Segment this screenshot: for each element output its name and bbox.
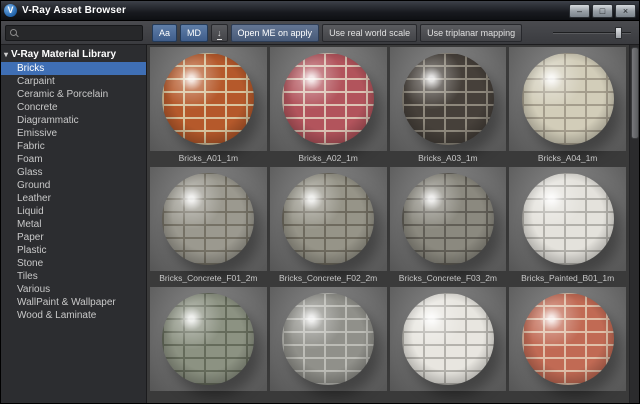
window-title: V-Ray Asset Browser	[22, 5, 127, 16]
material-label: Bricks_Concrete_F02_2m	[278, 273, 378, 283]
material-tile[interactable]: Bricks_A04_1m	[509, 47, 626, 165]
material-preview	[269, 47, 387, 151]
sidebar-item-tiles[interactable]: Tiles	[1, 270, 146, 283]
download-button[interactable]: ↓	[211, 23, 228, 42]
material-tile[interactable]	[269, 287, 387, 403]
sidebar-item-plastic[interactable]: Plastic	[1, 244, 146, 257]
sidebar-item-paper[interactable]: Paper	[1, 231, 146, 244]
material-label: Bricks_A04_1m	[537, 153, 598, 163]
material-tile[interactable]: Bricks_Concrete_F01_2m	[150, 167, 267, 285]
material-label: Bricks_Concrete_F01_2m	[159, 273, 258, 283]
material-tile[interactable]	[389, 287, 507, 403]
material-preview	[389, 47, 507, 151]
material-label: Bricks_A03_1m	[418, 153, 478, 163]
title-bar: V V-Ray Asset Browser – □ ×	[1, 1, 639, 21]
sidebar-item-wood-laminate[interactable]: Wood & Laminate	[1, 309, 146, 322]
material-grid: Bricks_A01_1m Bricks_A02_1m Bricks_A03_1…	[147, 45, 639, 403]
sidebar-item-concrete[interactable]: Concrete	[1, 101, 146, 114]
sidebar-item-fabric[interactable]: Fabric	[1, 140, 146, 153]
material-sphere-bricks-a04	[521, 53, 614, 145]
material-preview	[389, 167, 507, 271]
vray-logo-icon: V	[4, 4, 17, 17]
material-label: Bricks_Painted_B01_1m	[521, 273, 615, 283]
material-tile[interactable]: Bricks_A03_1m	[389, 47, 507, 165]
material-label: Bricks_Concrete_F03_2m	[398, 273, 497, 283]
window-controls: – □ ×	[569, 3, 636, 18]
sidebar-item-metal[interactable]: Metal	[1, 218, 146, 231]
tree-root-label: V-Ray Material Library	[11, 49, 117, 60]
slider-handle[interactable]	[615, 26, 623, 39]
maximize-button[interactable]: □	[592, 3, 613, 18]
sidebar-item-bricks[interactable]: Bricks	[1, 62, 146, 75]
sidebar-item-emissive[interactable]: Emissive	[1, 127, 146, 140]
material-sphere-row3-2	[282, 293, 375, 385]
md-toggle[interactable]: MD	[180, 23, 209, 42]
search-box[interactable]	[5, 24, 143, 41]
sidebar-item-wallpaint-wallpaper[interactable]: WallPaint & Wallpaper	[1, 296, 146, 309]
material-sphere-bricks-concrete-f01	[162, 173, 255, 265]
use-triplanar-mapping-toggle[interactable]: Use triplanar mapping	[420, 23, 523, 42]
sidebar-item-liquid[interactable]: Liquid	[1, 205, 146, 218]
material-sphere-bricks-a02	[282, 53, 375, 145]
preview-size-slider[interactable]	[553, 26, 631, 40]
material-label: Bricks_A02_1m	[298, 153, 358, 163]
scrollbar-thumb[interactable]	[631, 47, 639, 139]
material-tile[interactable]: Bricks_A02_1m	[269, 47, 387, 165]
material-preview	[150, 167, 267, 271]
tree-root[interactable]: ▾ V-Ray Material Library	[1, 47, 146, 62]
sidebar-item-foam[interactable]: Foam	[1, 153, 146, 166]
search-icon	[10, 29, 17, 36]
material-tile[interactable]	[150, 287, 267, 403]
material-tile[interactable]: Bricks_Concrete_F02_2m	[269, 167, 387, 285]
category-sidebar: ▾ V-Ray Material Library Bricks Carpaint…	[1, 45, 147, 403]
material-sphere-bricks-concrete-f02	[282, 173, 375, 265]
sidebar-item-glass[interactable]: Glass	[1, 166, 146, 179]
material-label	[390, 391, 507, 403]
toolbar: Aa MD ↓ Open ME on apply Use real world …	[1, 21, 639, 45]
close-button[interactable]: ×	[615, 3, 636, 18]
material-label: Bricks_A01_1m	[178, 153, 239, 163]
material-tile[interactable]	[509, 287, 626, 403]
material-sphere-bricks-a01	[162, 53, 255, 145]
sidebar-item-carpaint[interactable]: Carpaint	[1, 75, 146, 88]
material-sphere-row3-3	[401, 293, 494, 385]
material-label	[270, 391, 387, 403]
tree-expand-icon[interactable]: ▾	[4, 50, 8, 59]
material-sphere-bricks-a03	[401, 53, 494, 145]
search-input[interactable]	[21, 27, 138, 38]
match-case-toggle[interactable]: Aa	[152, 23, 178, 42]
open-me-on-apply-toggle[interactable]: Open ME on apply	[230, 23, 320, 42]
sidebar-item-diagrammatic[interactable]: Diagrammatic	[1, 114, 146, 127]
minimize-button[interactable]: –	[569, 3, 590, 18]
download-icon: ↓	[217, 27, 222, 40]
material-sphere-bricks-painted-b01	[521, 173, 614, 265]
material-preview	[509, 47, 626, 151]
material-sphere-row3-1	[162, 293, 255, 385]
material-preview	[150, 287, 267, 391]
material-preview	[509, 167, 626, 271]
material-grid-panel: Bricks_A01_1m Bricks_A02_1m Bricks_A03_1…	[147, 45, 639, 403]
vray-asset-browser-window: V V-Ray Asset Browser – □ × Aa MD ↓ Open…	[0, 0, 640, 404]
material-preview	[150, 47, 267, 151]
material-preview	[269, 167, 387, 271]
material-label	[509, 391, 626, 403]
sidebar-item-stone[interactable]: Stone	[1, 257, 146, 270]
vertical-scrollbar[interactable]	[629, 45, 639, 403]
material-sphere-bricks-concrete-f03	[401, 173, 494, 265]
material-tile[interactable]: Bricks_Painted_B01_1m	[509, 167, 626, 285]
material-preview	[509, 287, 626, 391]
sidebar-item-leather[interactable]: Leather	[1, 192, 146, 205]
material-preview	[389, 287, 507, 391]
sidebar-item-ground[interactable]: Ground	[1, 179, 146, 192]
material-tile[interactable]: Bricks_A01_1m	[150, 47, 267, 165]
sidebar-item-ceramic-porcelain[interactable]: Ceramic & Porcelain	[1, 88, 146, 101]
sidebar-item-various[interactable]: Various	[1, 283, 146, 296]
material-preview	[269, 287, 387, 391]
window-body: ▾ V-Ray Material Library Bricks Carpaint…	[1, 45, 639, 403]
material-sphere-row3-4	[521, 293, 614, 385]
material-label	[150, 391, 267, 403]
use-real-world-scale-toggle[interactable]: Use real world scale	[322, 23, 418, 42]
material-tile[interactable]: Bricks_Concrete_F03_2m	[389, 167, 507, 285]
